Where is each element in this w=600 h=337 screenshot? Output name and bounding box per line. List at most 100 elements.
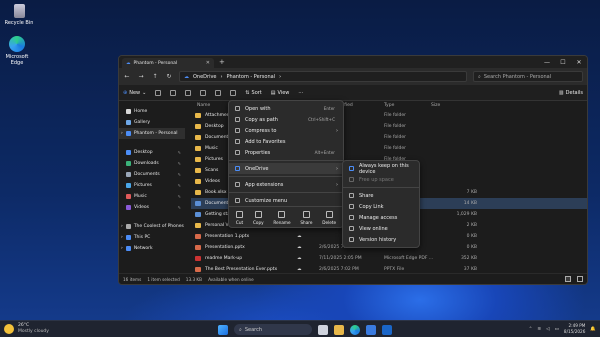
sidebar-item-network[interactable]: › Network	[119, 243, 185, 254]
chevron-up-icon[interactable]: ⌃	[529, 327, 533, 332]
delete-icon[interactable]	[230, 89, 237, 96]
cut-icon[interactable]	[155, 89, 162, 96]
menu-item-open-with[interactable]: Open with Enter	[229, 103, 343, 114]
submenu-copy-link[interactable]: Copy Link	[343, 201, 419, 212]
quick-cut-button[interactable]: Cut	[236, 211, 243, 225]
paste-icon[interactable]	[185, 89, 192, 96]
selection-count: 1 item selected	[147, 276, 180, 282]
edge-icon[interactable]	[350, 324, 360, 335]
home-icon	[126, 109, 131, 114]
store-icon[interactable]	[366, 324, 376, 335]
menu-item-customize-menu[interactable]: Customize menu	[229, 195, 343, 206]
up-arrow-icon[interactable]: ↑	[151, 73, 159, 80]
file-type: File folder	[384, 135, 407, 140]
sidebar-item-phantom-personal[interactable]: › Phantom - Personal	[119, 128, 185, 139]
file-name: Book.xlsx	[205, 190, 227, 195]
taskbar-search[interactable]: ⌕ Search	[234, 324, 312, 335]
menu-item-label: OneDrive	[245, 165, 269, 172]
breadcrumb-phantom[interactable]: Phantom - Personal	[227, 74, 276, 80]
file-type: File folder	[384, 113, 407, 118]
file-name: Pictures	[205, 157, 223, 162]
submenu-version-history[interactable]: Version history	[343, 234, 419, 245]
pin-icon: ✎	[177, 161, 181, 166]
close-window-button[interactable]: ✕	[571, 56, 587, 68]
clock[interactable]: 2:49 PM 8/15/2026	[564, 323, 585, 335]
search-input[interactable]: ⌕ Search Phantom - Personal	[473, 71, 583, 82]
selection-size: 13.3 KB	[185, 276, 203, 282]
sidebar-item-music[interactable]: Music ✎	[119, 191, 185, 202]
new-tab-button[interactable]: +	[219, 58, 225, 66]
menu-item-add-to-favorites[interactable]: Add to Favorites	[229, 136, 343, 147]
sidebar-item-home[interactable]: Home	[119, 106, 185, 117]
copy-icon[interactable]	[170, 89, 177, 96]
outlook-icon[interactable]	[382, 324, 392, 335]
speaker-icon[interactable]: ◁	[546, 327, 549, 332]
refresh-icon[interactable]: ↻	[165, 73, 173, 80]
menu-item-properties[interactable]: Properties Alt+Enter	[229, 147, 343, 158]
sidebar-item-this-pc[interactable]: › This PC	[119, 232, 185, 243]
breadcrumb-onedrive[interactable]: OneDrive	[193, 74, 217, 80]
submenu-view-online[interactable]: View online	[343, 223, 419, 234]
minimize-button[interactable]: —	[539, 56, 555, 68]
list-view-icon[interactable]	[565, 276, 571, 282]
cloud-check-icon	[349, 166, 354, 171]
grid-view-icon[interactable]	[577, 276, 583, 282]
quick-share-button[interactable]: Share	[300, 211, 312, 225]
view-button[interactable]: ▤ View	[271, 90, 290, 96]
forward-arrow-icon[interactable]: →	[137, 73, 145, 80]
sync-status-icon: ☁	[297, 234, 302, 239]
menu-item-label: Manage access	[359, 214, 398, 221]
tab-phantom-personal[interactable]: ☁ Phantom - Personal ✕	[122, 58, 214, 68]
more-options-button[interactable]: ···	[298, 90, 303, 96]
column-type[interactable]: Type	[384, 103, 394, 108]
menu-item-app-extensions[interactable]: App extensions ›	[229, 179, 343, 190]
file-name: Desktop	[205, 124, 224, 129]
menu-item-compress-to[interactable]: Compress to ›	[229, 125, 343, 136]
quick-copy-button[interactable]: Copy	[253, 211, 264, 225]
sidebar-item-label: Home	[134, 109, 148, 114]
wifi-icon[interactable]: ≋	[537, 327, 541, 332]
address-bar[interactable]: ☁ OneDrive › Phantom - Personal ›	[179, 71, 467, 82]
sidebar-item-videos[interactable]: Videos ✎	[119, 202, 185, 213]
desktop-icon-edge[interactable]: Microsoft Edge	[0, 36, 34, 66]
close-tab-icon[interactable]: ✕	[206, 60, 210, 66]
new-button[interactable]: ⊕ New ⌄	[123, 90, 146, 96]
quick-label: Delete	[322, 220, 337, 225]
sidebar-item-pictures[interactable]: Pictures ✎	[119, 180, 185, 191]
menu-item-onedrive[interactable]: OneDrive ›	[229, 163, 343, 174]
submenu-share[interactable]: Share	[343, 190, 419, 201]
file-explorer-icon[interactable]	[334, 324, 344, 335]
file-icon	[195, 201, 201, 206]
weather-widget[interactable]: 26°C Mostly cloudy	[4, 323, 49, 335]
cut-icon	[236, 211, 244, 218]
task-view-icon[interactable]	[318, 324, 328, 335]
chevron-down-icon: ⌄	[142, 89, 147, 96]
table-row[interactable]: readme Mark-up ☁ 7/11/2025 2:05 PM Microsof…	[191, 253, 587, 264]
onedrive-icon	[125, 131, 131, 136]
desktop-icon-recycle-bin[interactable]: Recycle Bin	[2, 4, 36, 26]
sidebar-item-documents[interactable]: Documents ✎	[119, 169, 185, 180]
details-button[interactable]: ▥ Details	[559, 90, 583, 96]
column-name[interactable]: Name	[197, 103, 210, 108]
battery-icon[interactable]: ▭	[555, 327, 559, 332]
submenu-manage-access[interactable]: Manage access	[343, 212, 419, 223]
sort-button[interactable]: ⇅ Sort	[245, 90, 261, 96]
quick-delete-button[interactable]: Delete	[322, 211, 336, 225]
menu-item-copy-as-path[interactable]: Copy as path Ctrl+Shift+C	[229, 114, 343, 125]
column-size[interactable]: Size	[431, 103, 440, 108]
notification-icon[interactable]: 🔔	[590, 327, 596, 332]
sidebar-item-phone[interactable]: › The Coolest of Phones	[119, 221, 185, 232]
cloud-icon: ☁	[126, 60, 131, 66]
sidebar-item-desktop[interactable]: Desktop ✎	[119, 147, 185, 158]
rename-icon[interactable]	[200, 89, 207, 96]
sidebar-item-gallery[interactable]: Gallery	[119, 117, 185, 128]
sidebar-item-downloads[interactable]: Downloads ✎	[119, 158, 185, 169]
column-modified[interactable]: ified	[343, 103, 353, 108]
maximize-button[interactable]: ☐	[555, 56, 571, 68]
share-icon[interactable]	[215, 89, 222, 96]
start-windows-icon[interactable]	[218, 324, 228, 335]
cloud-icon: ☁	[184, 73, 189, 80]
back-arrow-icon[interactable]: ←	[123, 73, 131, 80]
submenu-always-keep[interactable]: Always keep on this device	[343, 163, 419, 175]
quick-rename-button[interactable]: Rename	[273, 211, 291, 225]
